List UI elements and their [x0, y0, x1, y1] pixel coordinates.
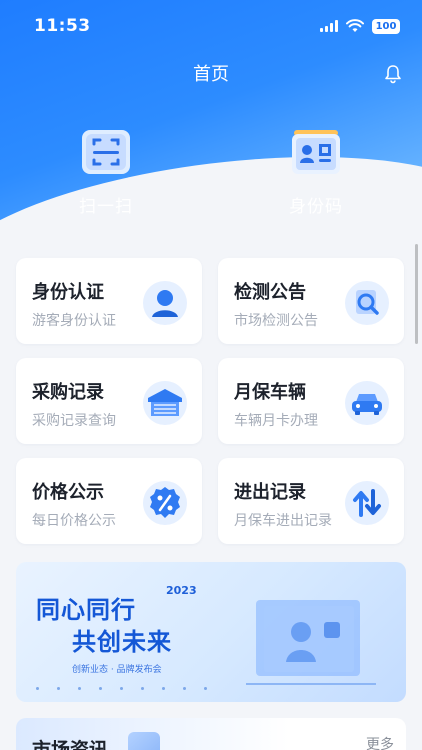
battery-icon: 100: [372, 18, 400, 34]
card-entry-exit-records[interactable]: 进出记录 月保车进出记录: [218, 458, 404, 544]
id-card-icon: [292, 130, 340, 174]
card-inspection-notice[interactable]: 检测公告 市场检测公告: [218, 258, 404, 344]
scan-icon: [82, 130, 130, 174]
market-news-section: 市场资讯 更多: [16, 718, 406, 750]
status-time: 11:53: [34, 16, 91, 36]
card-title: 进出记录: [234, 482, 306, 503]
card-title: 检测公告: [234, 282, 306, 303]
person-icon: [143, 281, 187, 325]
id-code-button[interactable]: 身份码: [256, 126, 376, 217]
card-subtitle: 市场检测公告: [234, 313, 318, 329]
wifi-icon: [346, 19, 364, 32]
percent-badge-icon: [143, 481, 187, 525]
card-subtitle: 每日价格公示: [32, 513, 116, 529]
scan-button[interactable]: 扫一扫: [46, 126, 166, 217]
page-title: 首页: [193, 64, 229, 85]
scrollbar[interactable]: [415, 244, 418, 344]
banner-illustration: [246, 600, 376, 685]
scan-label: 扫一扫: [79, 197, 133, 217]
section-title: 市场资讯: [32, 739, 109, 750]
card-monthly-vehicle[interactable]: 月保车辆 车辆月卡办理: [218, 358, 404, 444]
status-indicators: 100: [320, 18, 400, 34]
card-subtitle: 月保车进出记录: [234, 513, 332, 529]
status-bar: 11:53 100: [0, 0, 422, 52]
card-identity-auth[interactable]: 身份认证 游客身份认证: [16, 258, 202, 344]
promo-banner[interactable]: 同心同行 共创未来 2023 创新业态 · 品牌发布会: [16, 562, 406, 702]
card-title: 月保车辆: [234, 382, 306, 403]
card-title: 身份认证: [32, 282, 104, 303]
card-title: 采购记录: [32, 382, 104, 403]
card-subtitle: 采购记录查询: [32, 413, 116, 429]
warehouse-icon: [143, 381, 187, 425]
banner-pagination: [36, 687, 207, 690]
id-code-label: 身份码: [289, 197, 343, 217]
car-icon: [345, 381, 389, 425]
cellular-signal-icon: [320, 20, 338, 32]
more-link[interactable]: 更多: [366, 734, 394, 750]
magnifier-icon: [345, 281, 389, 325]
banner-line1: 同心同行: [36, 596, 136, 624]
card-purchase-records[interactable]: 采购记录 采购记录查询: [16, 358, 202, 444]
banner-line2: 共创未来: [72, 628, 172, 656]
bell-icon[interactable]: [384, 64, 402, 84]
card-subtitle: 车辆月卡办理: [234, 413, 318, 429]
banner-tagline: 创新业态 · 品牌发布会: [72, 665, 162, 675]
card-title: 价格公示: [32, 482, 104, 503]
card-subtitle: 游客身份认证: [32, 313, 116, 329]
news-icon: [128, 732, 160, 750]
banner-year: 2023: [166, 584, 197, 597]
card-price-notice[interactable]: 价格公示 每日价格公示: [16, 458, 202, 544]
up-down-arrows-icon: [345, 481, 389, 525]
